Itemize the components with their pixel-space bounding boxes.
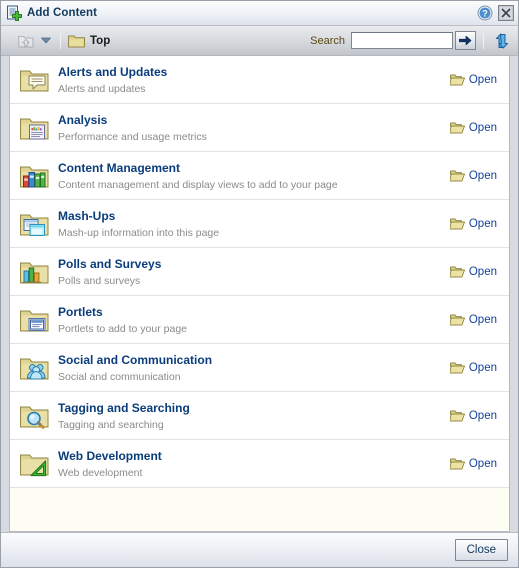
list-item-texts: Analysis Performance and usage metrics [58, 112, 450, 144]
open-label: Open [468, 217, 497, 230]
open-link[interactable]: Open [449, 73, 509, 86]
svg-text:?: ? [482, 9, 488, 19]
list-item-title[interactable]: Content Management [58, 161, 450, 176]
dialog-footer: Close [1, 532, 518, 567]
list-item-description: Polls and surveys [58, 274, 141, 287]
close-icon[interactable] [498, 5, 514, 21]
toolbar-separator-1 [60, 32, 61, 49]
open-label: Open [468, 409, 497, 422]
list-item-texts: Alerts and Updates Alerts and updates [58, 64, 450, 96]
open-label: Open [468, 313, 497, 326]
open-folder-icon [449, 217, 465, 230]
help-icon[interactable]: ? [477, 5, 493, 21]
folder-social-icon [18, 352, 50, 384]
list-item-texts: Content Management Content management an… [58, 160, 450, 192]
folder-tagging-icon [18, 400, 50, 432]
folder-mashup-icon [18, 208, 50, 240]
list-item[interactable]: Alerts and Updates Alerts and updates Op… [10, 56, 509, 104]
open-link[interactable]: Open [449, 265, 509, 278]
folder-up-icon[interactable] [17, 32, 35, 50]
list-item-title[interactable]: Analysis [58, 113, 450, 128]
search-input[interactable] [351, 32, 453, 49]
close-button[interactable]: Close [454, 539, 508, 561]
search-label: Search [310, 34, 345, 47]
open-folder-icon [449, 121, 465, 134]
search-submit-button[interactable] [455, 31, 476, 50]
dialog-toolbar: Top Search [1, 26, 518, 56]
list-item[interactable]: Web Development Web development Open [10, 440, 509, 488]
breadcrumb[interactable]: Top [90, 35, 110, 47]
list-item-texts: Tagging and Searching Tagging and search… [58, 400, 450, 432]
open-label: Open [468, 265, 497, 278]
list-item[interactable]: Social and Communication Social and comm… [10, 344, 509, 392]
dialog-titlebar: Add Content ? [1, 1, 518, 26]
toolbar-separator-2 [483, 32, 484, 49]
list-item[interactable]: Portlets Portlets to add to your page Op… [10, 296, 509, 344]
list-item-description: Performance and usage metrics [58, 130, 207, 143]
open-link[interactable]: Open [449, 217, 509, 230]
dialog-title: Add Content [27, 7, 98, 19]
open-label: Open [468, 457, 497, 470]
list-item-texts: Polls and Surveys Polls and surveys [58, 256, 450, 288]
list-item[interactable]: Analysis Performance and usage metrics O… [10, 104, 509, 152]
open-link[interactable]: Open [449, 409, 509, 422]
add-content-dialog: Add Content ? Top Search Alerts and Upda… [0, 0, 519, 568]
list-item-texts: Social and Communication Social and comm… [58, 352, 450, 384]
folder-icon [68, 34, 85, 48]
list-item-description: Mash-up information into this page [58, 226, 220, 239]
list-empty-area [10, 488, 509, 531]
folder-webdev-icon [18, 448, 50, 480]
open-folder-icon [449, 313, 465, 326]
add-content-icon [6, 5, 23, 22]
list-item-title[interactable]: Portlets [58, 305, 450, 320]
folder-polls-icon [18, 256, 50, 288]
list-item-description: Alerts and updates [58, 82, 146, 95]
open-folder-icon [449, 169, 465, 182]
list-item-description: Portlets to add to your page [58, 322, 187, 335]
list-item-title[interactable]: Web Development [58, 449, 450, 464]
list-item[interactable]: Polls and Surveys Polls and surveys Open [10, 248, 509, 296]
list-item-title[interactable]: Mash-Ups [58, 209, 450, 224]
folder-portlets-icon [18, 304, 50, 336]
folder-analysis-icon [18, 112, 50, 144]
list-item-texts: Portlets Portlets to add to your page [58, 304, 450, 336]
list-item-texts: Mash-Ups Mash-up information into this p… [58, 208, 450, 240]
list-item[interactable]: Mash-Ups Mash-up information into this p… [10, 200, 509, 248]
open-link[interactable]: Open [449, 457, 509, 470]
open-link[interactable]: Open [449, 169, 509, 182]
open-folder-icon [449, 409, 465, 422]
open-folder-icon [449, 457, 465, 470]
open-label: Open [468, 361, 497, 374]
list-item-description: Social and communication [58, 370, 181, 383]
refresh-icon[interactable] [491, 31, 511, 51]
list-item[interactable]: Tagging and Searching Tagging and search… [10, 392, 509, 440]
open-label: Open [468, 73, 497, 86]
folder-alerts-icon [18, 64, 50, 96]
open-label: Open [468, 169, 497, 182]
list-item-title[interactable]: Tagging and Searching [58, 401, 450, 416]
open-folder-icon [449, 265, 465, 278]
list-item-texts: Web Development Web development [58, 448, 450, 480]
list-item-title[interactable]: Alerts and Updates [58, 65, 450, 80]
list-item-title[interactable]: Polls and Surveys [58, 257, 450, 272]
list-item-description: Tagging and searching [58, 418, 164, 431]
open-folder-icon [449, 73, 465, 86]
content-list: Alerts and Updates Alerts and updates Op… [9, 56, 510, 532]
open-link[interactable]: Open [449, 361, 509, 374]
open-folder-icon [449, 361, 465, 374]
open-link[interactable]: Open [449, 121, 509, 134]
list-item-description: Content management and display views to … [58, 178, 338, 191]
open-label: Open [468, 121, 497, 134]
list-item-description: Web development [58, 466, 143, 479]
open-link[interactable]: Open [449, 313, 509, 326]
list-item-title[interactable]: Social and Communication [58, 353, 450, 368]
folder-content-icon [18, 160, 50, 192]
chevron-down-icon[interactable] [39, 32, 53, 50]
list-item[interactable]: Content Management Content management an… [10, 152, 509, 200]
